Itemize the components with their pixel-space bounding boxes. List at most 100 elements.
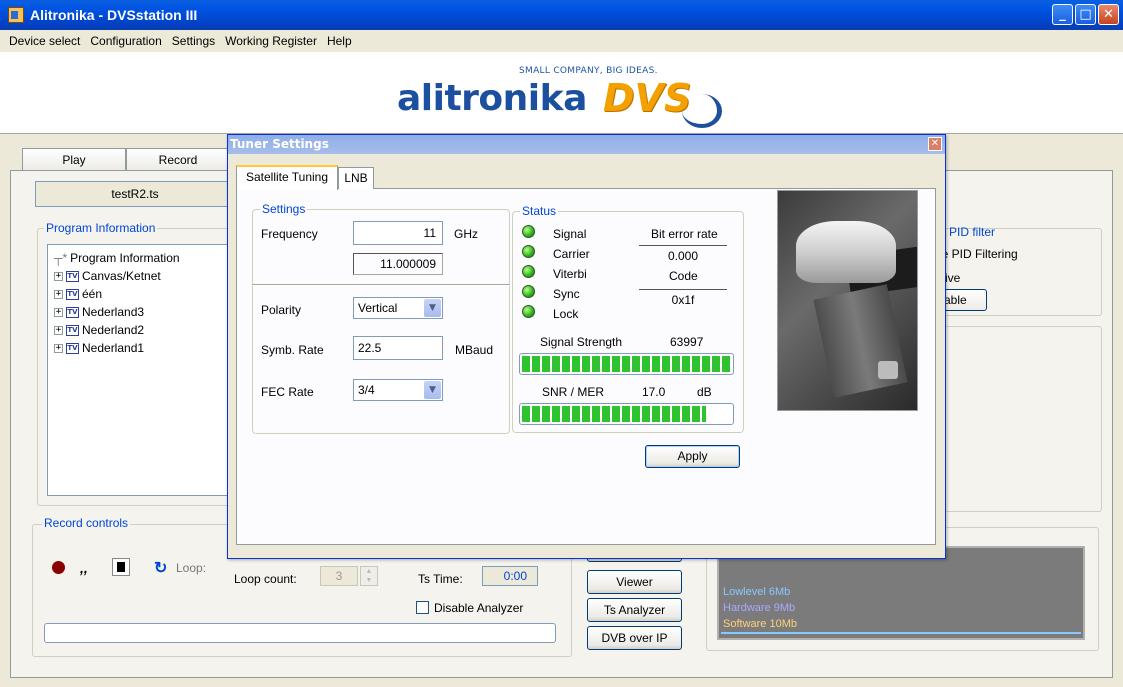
ber-label: Bit error rate [651, 227, 718, 241]
ber-value: 0.000 [639, 245, 727, 267]
menu-device-select[interactable]: Device select [4, 34, 85, 48]
snr-label: SNR / MER [542, 385, 605, 399]
brand-logo: SMALL COMPANY, BIG IDEAS. alitronika DVS [397, 66, 727, 132]
frequency-label: Frequency [261, 227, 318, 241]
dialog-title: Tuner Settings [230, 137, 329, 151]
tree-item[interactable]: + TV Nederland2 [54, 323, 144, 337]
tab-play[interactable]: Play [22, 148, 126, 170]
loop-count-field[interactable]: 3 [320, 566, 358, 586]
dvb-over-ip-button[interactable]: DVB over IP [587, 626, 682, 650]
tree-item-label: Nederland2 [82, 323, 145, 337]
ts-time-label: Ts Time: [418, 572, 463, 586]
app-icon [8, 7, 24, 23]
expand-icon[interactable]: + [54, 325, 63, 335]
record-progress-bar [44, 623, 556, 643]
tree-item-label: Nederland3 [82, 305, 145, 319]
pid-filter-label: e PID filter [939, 225, 996, 239]
frequency-input[interactable]: 11 [353, 221, 443, 245]
menu-help[interactable]: Help [322, 34, 357, 48]
tab-satellite-tuning[interactable]: Satellite Tuning [236, 165, 338, 190]
record-controls-label: Record controls [42, 516, 131, 530]
tab-lnb[interactable]: LNB [338, 167, 374, 189]
lnb-image [777, 190, 918, 411]
tree-root-icon: ┬* [54, 251, 68, 265]
tree-item-label: Nederland1 [82, 341, 145, 355]
signal-label: Signal [553, 227, 587, 241]
frequency-unit: GHz [454, 227, 478, 241]
viewer-button[interactable]: Viewer [587, 570, 682, 594]
tree-item[interactable]: + TV één [54, 287, 102, 301]
close-button[interactable]: ✕ [1098, 4, 1119, 25]
bitrate-graph: Lowlevel 6Mb Hardware 9Mb Software 10Mb [717, 546, 1085, 640]
code-value: 0x1f [639, 289, 727, 311]
signal-led-icon [522, 225, 535, 238]
tree-item[interactable]: + TV Nederland3 [54, 305, 144, 319]
pid-filtering-option[interactable]: le PID Filtering [939, 247, 1018, 261]
signal-strength-label: Signal Strength [540, 335, 623, 349]
symb-rate-input[interactable]: 22.5 [353, 336, 443, 360]
sync-led-icon [522, 285, 535, 298]
tree-item[interactable]: + TV Nederland1 [54, 341, 144, 355]
bitrate-line [721, 632, 1081, 634]
menu-configuration[interactable]: Configuration [85, 34, 166, 48]
hardware-label: Hardware 9Mb [723, 602, 796, 614]
tree-root-label: Program Information [70, 251, 180, 265]
logo-dvs: DVS [603, 76, 692, 120]
lnb-connector [878, 361, 898, 379]
lock-label: Lock [553, 307, 579, 321]
tv-icon: TV [66, 270, 79, 282]
expand-icon[interactable]: + [54, 271, 63, 281]
disable-analyzer-label[interactable]: Disable Analyzer [434, 601, 523, 615]
snr-meter [519, 403, 734, 425]
polarity-select[interactable]: Vertical ▼ [353, 297, 443, 319]
window-controls: _ □ ✕ [1052, 4, 1119, 25]
signal-strength-fill [522, 356, 731, 372]
menu-working-register[interactable]: Working Register [220, 34, 322, 48]
logo-word: alitronika [397, 78, 587, 119]
pause-button[interactable]: ,, [80, 560, 88, 576]
ts-analyzer-button[interactable]: Ts Analyzer [587, 598, 682, 622]
signal-strength-value: 63997 [670, 335, 704, 349]
snr-fill [522, 406, 706, 422]
apply-button[interactable]: Apply [645, 445, 740, 468]
chevron-down-icon[interactable]: ▼ [424, 381, 441, 399]
loop-icon[interactable]: ↻ [154, 558, 167, 578]
ts-time-field: 0:00 [482, 566, 538, 586]
lowlevel-label: Lowlevel 6Mb [723, 586, 791, 598]
tree-item[interactable]: + TV Canvas/Ketnet [54, 269, 161, 283]
file-name-field[interactable]: testR2.ts [35, 181, 235, 207]
title-bar: Alitronika - DVSstation III _ □ ✕ [0, 0, 1123, 30]
logo-tagline: SMALL COMPANY, BIG IDEAS. [519, 66, 658, 76]
expand-icon[interactable]: + [54, 289, 63, 299]
tab-record[interactable]: Record [126, 148, 230, 170]
dialog-close-icon[interactable]: ✕ [928, 137, 942, 151]
record-button[interactable] [52, 561, 65, 574]
snr-value: 17.0 [642, 385, 666, 399]
carrier-led-icon [522, 245, 535, 258]
chevron-down-icon[interactable]: ▼ [424, 299, 441, 317]
logo-banner: SMALL COMPANY, BIG IDEAS. alitronika DVS [0, 52, 1123, 134]
tree-root[interactable]: ┬* Program Information [54, 251, 180, 265]
software-label: Software 10Mb [723, 618, 797, 630]
tv-icon: TV [66, 342, 79, 354]
loop-count-spinner[interactable]: ▲ ▼ [360, 566, 378, 586]
viterbi-label: Viterbi [553, 267, 587, 281]
menu-settings[interactable]: Settings [167, 34, 220, 48]
stop-button[interactable] [112, 558, 130, 576]
right-info-box [935, 326, 1102, 512]
settings-label: Settings [260, 202, 308, 216]
disable-analyzer-checkbox[interactable] [416, 601, 429, 614]
tree-item-label: één [82, 287, 103, 301]
program-info-label: Program Information [44, 221, 158, 235]
expand-icon[interactable]: + [54, 343, 63, 353]
program-tree[interactable]: ┬* Program Information + TV Canvas/Ketne… [47, 244, 233, 496]
tv-icon: TV [66, 288, 79, 300]
fec-rate-select[interactable]: 3/4 ▼ [353, 379, 443, 401]
snr-unit: dB [697, 385, 712, 399]
maximize-button[interactable]: □ [1075, 4, 1096, 25]
expand-icon[interactable]: + [54, 307, 63, 317]
symb-rate-unit: MBaud [455, 343, 494, 357]
lock-led-icon [522, 305, 535, 318]
minimize-button[interactable]: _ [1052, 4, 1073, 25]
fec-rate-value: 3/4 [358, 383, 375, 397]
